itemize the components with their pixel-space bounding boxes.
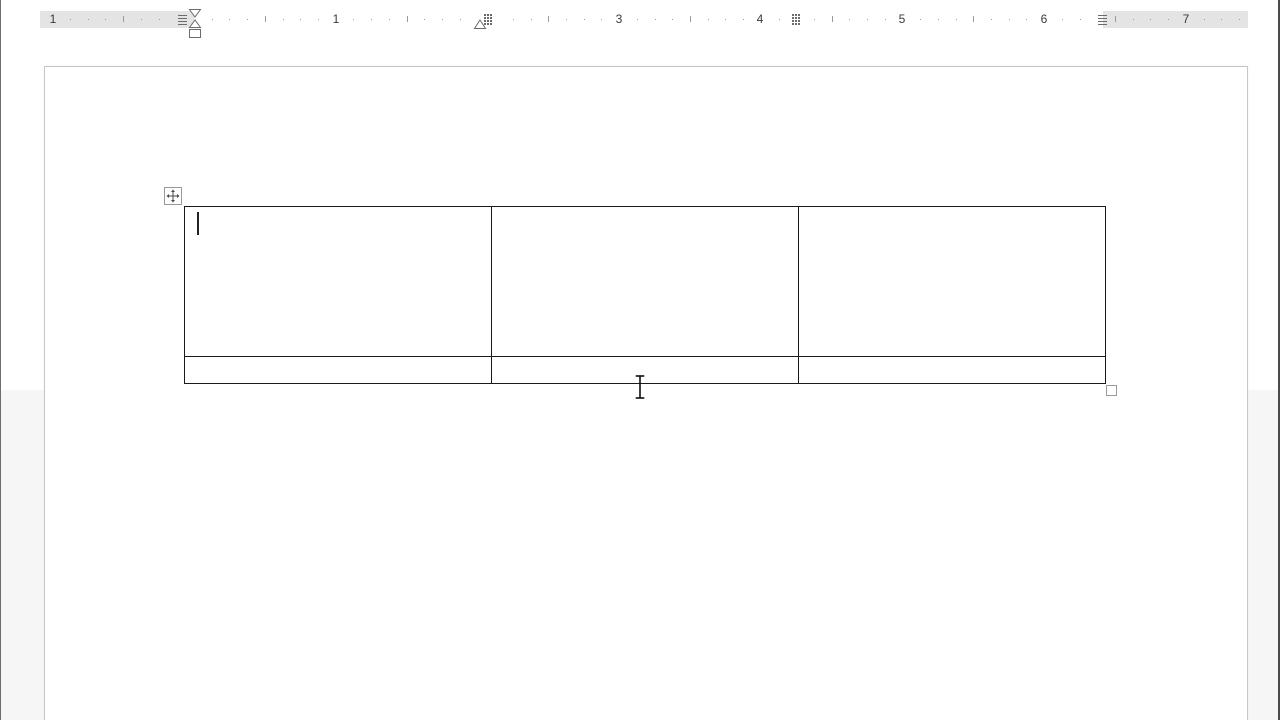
table-cell[interactable] [491,206,799,357]
ruler-number: 5 [898,12,906,26]
ruler-number: 3 [615,12,623,26]
document-table[interactable] [184,206,1106,384]
ruler-number: 4 [756,12,764,26]
ruler-number: 1 [332,12,340,26]
table-resize-handle[interactable] [1106,385,1117,396]
table-row [184,206,1106,357]
ruler-text-area[interactable] [194,11,1103,28]
table-cell[interactable] [798,206,1106,357]
ruler-number: 7 [1182,12,1190,26]
table-cell[interactable] [184,206,492,357]
move-arrows-icon [166,189,180,203]
table-row [184,356,1106,384]
table-cell[interactable] [184,356,492,384]
text-caret [197,212,199,235]
ruler-number: 6 [1040,12,1048,26]
window-edge-left [0,0,1,720]
word-document-window: 1 1 3 4 5 6 7 [0,0,1280,720]
table-move-handle[interactable] [164,187,182,205]
table-cell[interactable] [491,356,799,384]
ruler-number: 1 [49,12,57,26]
document-page[interactable] [44,66,1248,720]
table-cell[interactable] [798,356,1106,384]
